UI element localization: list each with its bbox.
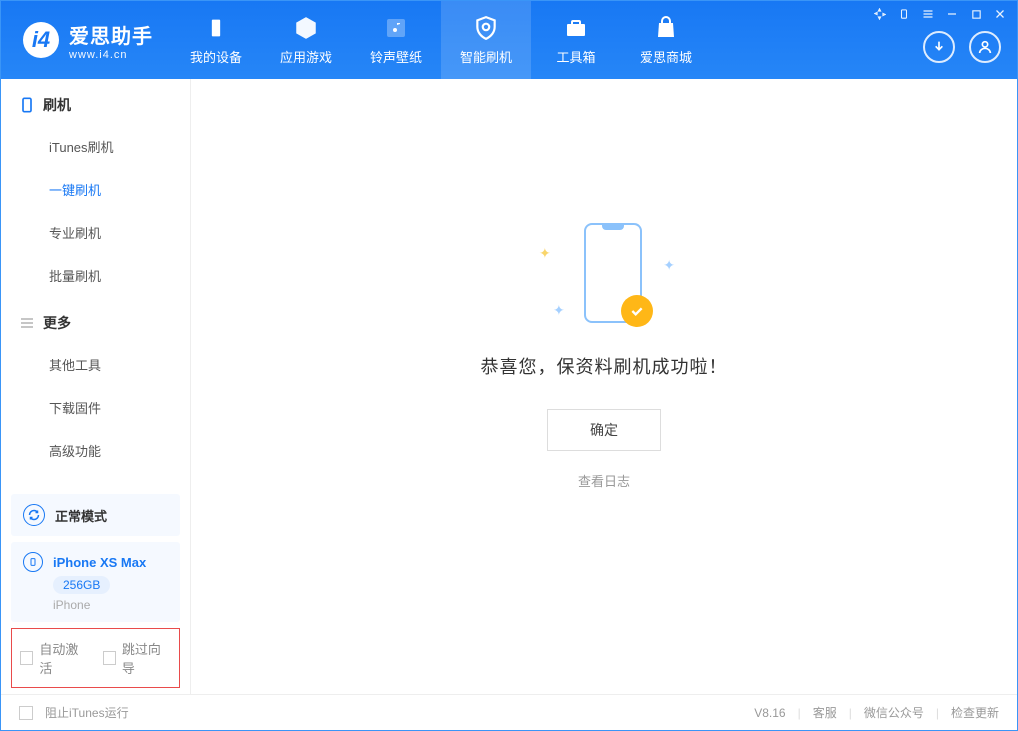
nav-label: 工具箱 bbox=[556, 47, 595, 66]
sparkle-icon: ✦ bbox=[663, 257, 675, 274]
sidebar-item-pro-flash[interactable]: 专业刷机 bbox=[49, 211, 190, 254]
section-title: 刷机 bbox=[43, 95, 71, 115]
nav-label: 智能刷机 bbox=[460, 47, 512, 66]
checkbox-skip-guide[interactable]: 跳过向导 bbox=[103, 639, 172, 677]
user-button[interactable] bbox=[969, 31, 1001, 63]
view-log-link[interactable]: 查看日志 bbox=[578, 471, 630, 490]
sidebar-item-batch-flash[interactable]: 批量刷机 bbox=[49, 254, 190, 297]
chk-label: 自动激活 bbox=[39, 639, 88, 677]
mode-card[interactable]: 正常模式 bbox=[11, 494, 180, 536]
shield-icon bbox=[473, 15, 499, 41]
header: i4 爱思助手 www.i4.cn 我的设备 应用游戏 铃声壁纸 智能刷机 bbox=[1, 1, 1017, 79]
sidebar-item-advanced[interactable]: 高级功能 bbox=[49, 429, 190, 472]
refresh-icon bbox=[23, 504, 45, 526]
brand-url: www.i4.cn bbox=[69, 49, 153, 61]
checkbox-auto-activate[interactable]: 自动激活 bbox=[20, 639, 89, 677]
minimize-button[interactable] bbox=[945, 7, 959, 21]
chk-label: 跳过向导 bbox=[122, 639, 171, 677]
logo: i4 爱思助手 www.i4.cn bbox=[1, 20, 171, 61]
support-link[interactable]: 客服 bbox=[813, 704, 837, 721]
device-icon bbox=[203, 15, 229, 41]
check-badge-icon bbox=[621, 295, 653, 327]
success-illustration: ✦ ✦ ✦ bbox=[529, 223, 679, 333]
close-button[interactable] bbox=[993, 7, 1007, 21]
device-type: iPhone bbox=[53, 598, 90, 612]
main-content: ✦ ✦ ✦ 恭喜您，保资料刷机成功啦！ 确定 查看日志 bbox=[191, 79, 1017, 694]
sync-icon[interactable] bbox=[873, 7, 887, 21]
sidebar-item-other-tools[interactable]: 其他工具 bbox=[49, 343, 190, 386]
phone-tiny-icon bbox=[23, 552, 43, 572]
nav-label: 我的设备 bbox=[190, 47, 242, 66]
phone-icon[interactable] bbox=[897, 7, 911, 21]
nav-label: 应用游戏 bbox=[280, 47, 332, 66]
cube-icon bbox=[293, 15, 319, 41]
maximize-button[interactable] bbox=[969, 7, 983, 21]
menu-icon[interactable] bbox=[921, 7, 935, 21]
device-name: iPhone XS Max bbox=[53, 555, 146, 570]
version-label: V8.16 bbox=[754, 706, 785, 720]
chk-label: 阻止iTunes运行 bbox=[45, 704, 129, 721]
device-card[interactable]: iPhone XS Max 256GB iPhone bbox=[11, 542, 180, 622]
bottom-options: 自动激活 跳过向导 bbox=[11, 628, 180, 688]
nav-my-device[interactable]: 我的设备 bbox=[171, 1, 261, 79]
bag-icon bbox=[653, 15, 679, 41]
nav-flash[interactable]: 智能刷机 bbox=[441, 1, 531, 79]
ok-button[interactable]: 确定 bbox=[547, 409, 661, 451]
download-button[interactable] bbox=[923, 31, 955, 63]
logo-icon: i4 bbox=[23, 22, 59, 58]
sparkle-icon: ✦ bbox=[553, 302, 565, 319]
music-icon bbox=[383, 15, 409, 41]
nav-store[interactable]: 爱思商城 bbox=[621, 1, 711, 79]
toolbox-icon bbox=[563, 15, 589, 41]
footer: 阻止iTunes运行 V8.16 | 客服 | 微信公众号 | 检查更新 bbox=[1, 694, 1017, 730]
wechat-link[interactable]: 微信公众号 bbox=[864, 704, 924, 721]
sidebar-item-itunes-flash[interactable]: iTunes刷机 bbox=[49, 125, 190, 168]
sidebar-section-more: 更多 bbox=[1, 297, 190, 343]
nav-toolbox[interactable]: 工具箱 bbox=[531, 1, 621, 79]
nav-apps-games[interactable]: 应用游戏 bbox=[261, 1, 351, 79]
device-capacity: 256GB bbox=[53, 576, 110, 594]
sidebar-item-oneclick-flash[interactable]: 一键刷机 bbox=[49, 168, 190, 211]
mode-label: 正常模式 bbox=[55, 506, 107, 525]
list-icon bbox=[19, 315, 35, 331]
success-message: 恭喜您，保资料刷机成功啦！ bbox=[481, 353, 728, 379]
section-title: 更多 bbox=[43, 313, 71, 333]
nav-label: 铃声壁纸 bbox=[370, 47, 422, 66]
checkbox-block-itunes[interactable]: 阻止iTunes运行 bbox=[19, 704, 129, 721]
sparkle-icon: ✦ bbox=[539, 245, 551, 262]
phone-small-icon bbox=[19, 97, 35, 113]
update-link[interactable]: 检查更新 bbox=[951, 704, 999, 721]
sidebar-item-download-firmware[interactable]: 下载固件 bbox=[49, 386, 190, 429]
sidebar-section-flash: 刷机 bbox=[1, 79, 190, 125]
sidebar: 刷机 iTunes刷机 一键刷机 专业刷机 批量刷机 更多 其他工具 下载固件 … bbox=[1, 79, 191, 694]
nav-label: 爱思商城 bbox=[640, 47, 692, 66]
nav-ringtones[interactable]: 铃声壁纸 bbox=[351, 1, 441, 79]
brand-name: 爱思助手 bbox=[69, 20, 153, 49]
